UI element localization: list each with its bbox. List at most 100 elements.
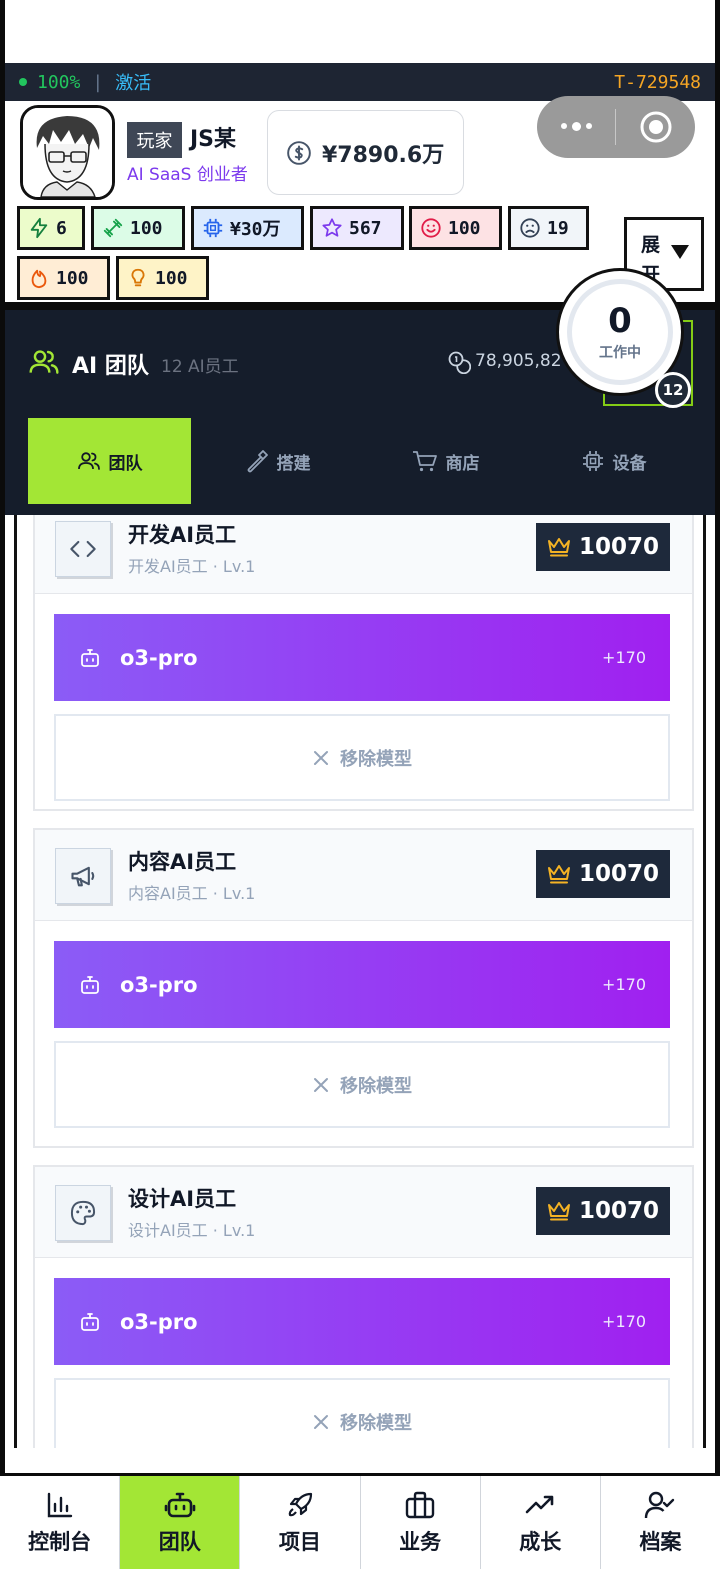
tab-team[interactable]: 团队	[28, 418, 191, 504]
coins-icon	[448, 351, 471, 374]
robot-icon	[81, 1312, 99, 1331]
nav-projects[interactable]: 项目	[240, 1476, 361, 1569]
employee-card-body: o3-pro +170 移除模型	[35, 594, 692, 809]
stat-compute[interactable]: ¥30万	[191, 206, 304, 250]
nav-label: 控制台	[28, 1529, 92, 1554]
tab-label: 商店	[445, 453, 480, 474]
user-check-icon	[645, 1491, 675, 1518]
close-miniprogram-button[interactable]	[616, 110, 695, 144]
users-icon	[77, 452, 100, 470]
remove-model-label: 移除模型	[340, 1075, 412, 1097]
stat-passion[interactable]: 100	[17, 256, 110, 300]
bar-chart-icon	[47, 1492, 72, 1517]
close-icon	[314, 1077, 328, 1092]
code-icon	[70, 540, 96, 558]
stat-reputation[interactable]: 567	[310, 206, 404, 250]
model-bonus: +170	[602, 975, 646, 994]
palette-icon	[70, 1200, 96, 1226]
hammer-icon	[247, 450, 268, 473]
employee-card-header: 内容AI员工 内容AI员工 · Lv.1 10070	[35, 830, 692, 921]
trend-up-icon	[525, 1495, 554, 1513]
stat-value: 567	[349, 217, 382, 239]
briefcase-icon	[405, 1491, 435, 1518]
tab-build[interactable]: 搭建	[196, 418, 359, 504]
remove-model-button[interactable]: 移除模型	[54, 714, 670, 801]
chip-icon	[582, 451, 603, 471]
flame-icon	[31, 269, 47, 289]
stat-energy[interactable]: 6	[17, 206, 85, 250]
crown-icon	[547, 1202, 570, 1221]
model-slot[interactable]: o3-pro +170	[54, 941, 670, 1028]
team-title: AI 团队	[72, 354, 149, 379]
score-value: 10070	[578, 534, 660, 560]
lightning-icon	[30, 217, 48, 239]
employee-count-badge: 12	[655, 372, 691, 408]
avatar[interactable]	[20, 105, 115, 200]
nav-label: 业务	[399, 1529, 442, 1554]
close-icon	[314, 1414, 328, 1429]
remove-model-button[interactable]: 移除模型	[54, 1378, 670, 1448]
employee-score-badge: 10070	[536, 850, 670, 898]
team-count: 12 AI员工	[161, 357, 239, 377]
model-name: o3-pro	[120, 1309, 198, 1334]
score-value: 10070	[578, 861, 660, 887]
stat-value: 100	[130, 217, 163, 239]
dumbbell-icon	[103, 218, 123, 238]
stat-value: 100	[56, 267, 89, 289]
stat-happiness[interactable]: 100	[409, 206, 502, 250]
smile-icon	[421, 218, 441, 238]
tab-equipment[interactable]: 设备	[532, 418, 695, 504]
session-code: T-729548	[614, 71, 701, 93]
employee-name: 内容AI员工	[128, 850, 237, 874]
rocket-icon	[288, 1492, 313, 1516]
money-box[interactable]: ¥7890.6万	[267, 110, 464, 195]
score-value: 10070	[578, 1198, 660, 1224]
nav-dashboard[interactable]: 控制台	[0, 1476, 121, 1569]
more-menu-button[interactable]	[537, 122, 615, 131]
activate-link[interactable]: 激活	[115, 69, 151, 95]
employee-subtitle: 内容AI员工 · Lv.1	[128, 884, 256, 903]
employee-avatar	[55, 1185, 111, 1241]
employee-card: 开发AI员工 开发AI员工 · Lv.1 10070 o3-pro +170 移…	[33, 515, 694, 811]
battery-percent: 100%	[37, 71, 81, 93]
remove-model-button[interactable]: 移除模型	[54, 1041, 670, 1128]
employee-avatar	[55, 848, 111, 904]
employee-score-badge: 10070	[536, 1187, 670, 1235]
nav-team[interactable]: 团队	[120, 1476, 241, 1569]
stat-stress[interactable]: 19	[508, 206, 589, 250]
nav-label: 项目	[278, 1529, 321, 1554]
nav-growth[interactable]: 成长	[481, 1476, 601, 1569]
expand-label-1: 展	[641, 234, 661, 256]
target-icon	[640, 111, 671, 143]
model-slot[interactable]: o3-pro +170	[54, 1278, 670, 1365]
stat-creativity[interactable]: 100	[116, 256, 209, 300]
tab-label: 团队	[108, 453, 143, 474]
stat-value: 100	[155, 267, 188, 289]
working-count: 0	[608, 301, 632, 341]
status-separator: |	[92, 71, 104, 93]
employee-list[interactable]: 开发AI员工 开发AI员工 · Lv.1 10070 o3-pro +170 移…	[5, 515, 715, 1448]
employee-score-badge: 10070	[536, 523, 670, 571]
nav-label: 成长	[519, 1529, 562, 1554]
robot-icon	[81, 975, 99, 994]
nav-business[interactable]: 业务	[361, 1476, 481, 1569]
stat-strength[interactable]: 100	[91, 206, 185, 250]
bulb-icon	[131, 268, 145, 287]
tab-shop[interactable]: 商店	[364, 418, 527, 504]
money-value: ¥7890.6万	[322, 142, 445, 168]
employee-name: 开发AI员工	[128, 523, 237, 547]
robot-icon	[81, 648, 99, 667]
model-slot[interactable]: o3-pro +170	[54, 614, 670, 701]
tab-label: 搭建	[276, 453, 311, 474]
employee-name: 设计AI员工	[128, 1187, 237, 1211]
stat-value: 19	[547, 217, 569, 239]
model-name: o3-pro	[120, 645, 198, 670]
player-name: JS某	[190, 127, 237, 152]
employee-card-header: 开发AI员工 开发AI员工 · Lv.1 10070	[35, 515, 692, 594]
users-icon	[29, 350, 59, 374]
nav-profile[interactable]: 档案	[601, 1476, 720, 1569]
tab-label: 设备	[612, 453, 647, 474]
remove-model-label: 移除模型	[340, 748, 412, 770]
miniprogram-capsule	[537, 96, 695, 158]
working-label: 工作中	[599, 345, 641, 361]
